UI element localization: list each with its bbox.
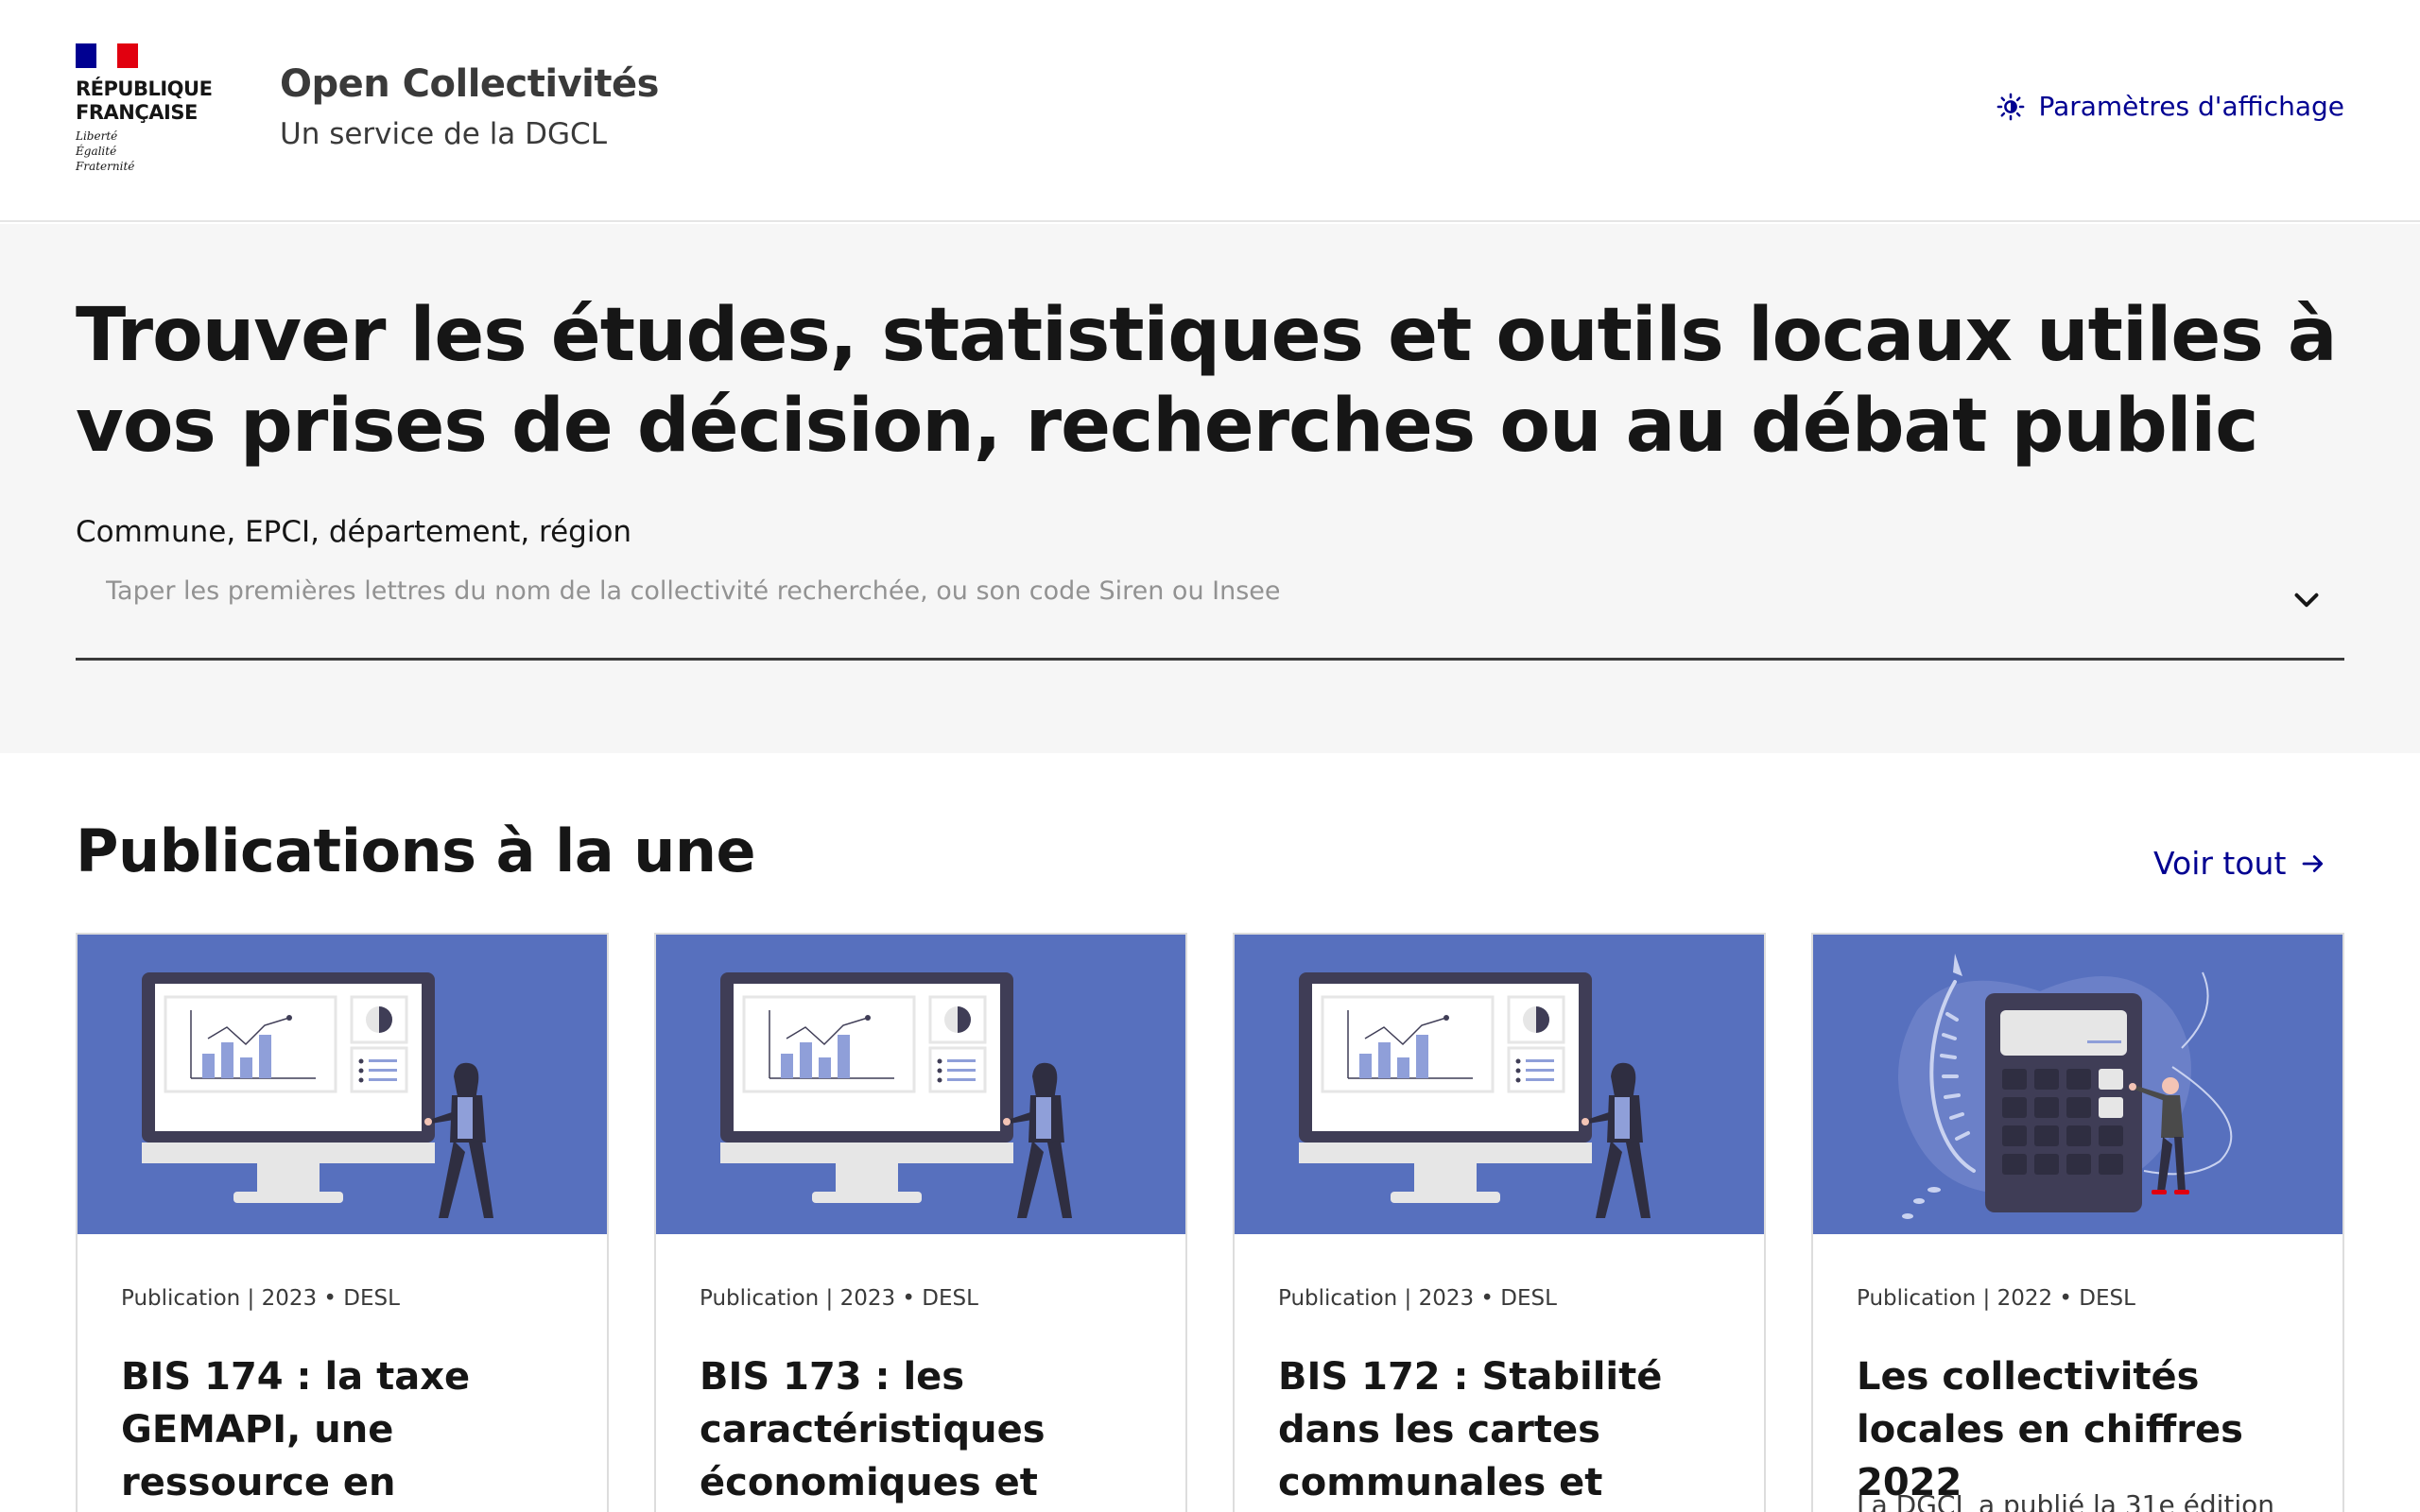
publication-card[interactable]: Publication | 2022 • DESL Les collectivi…: [1811, 933, 2344, 1512]
arrow-right-icon: [2303, 854, 2324, 872]
publication-card[interactable]: Publication | 2023 • DESL BIS 174 : la t…: [76, 933, 609, 1512]
collectivity-search-combobox[interactable]: [76, 562, 2344, 661]
see-all-link[interactable]: Voir tout: [2153, 845, 2327, 882]
motto-liberte: Liberté: [76, 129, 118, 143]
rf-name-line1: RÉPUBLIQUE: [76, 77, 213, 100]
site-header: RÉPUBLIQUE FRANÇAISE Liberté Égalité Fra…: [0, 0, 2420, 222]
publication-card[interactable]: Publication | 2023 • DESL BIS 173 : les …: [654, 933, 1187, 1512]
search-label: Commune, EPCI, département, région: [76, 515, 632, 549]
display-settings-label: Paramètres d'affichage: [2038, 91, 2344, 122]
publications-card-list: Publication | 2023 • DESL BIS 174 : la t…: [76, 933, 2344, 1512]
card-title[interactable]: Les collectivités locales en chiffres 20…: [1857, 1350, 2310, 1509]
motto-egalite: Égalité: [76, 145, 117, 158]
republique-francaise-logo[interactable]: RÉPUBLIQUE FRANÇAISE Liberté Égalité Fra…: [76, 43, 227, 174]
dashboard-illustration: [1235, 935, 1764, 1234]
motto-fraternite: Fraternité: [76, 160, 135, 173]
publication-card[interactable]: Publication | 2023 • DESL BIS 172 : Stab…: [1233, 933, 1766, 1512]
card-title[interactable]: BIS 173 : les caractéristiques économiqu…: [700, 1350, 1153, 1509]
rf-motto: Liberté Égalité Fraternité: [76, 129, 227, 174]
calculator-illustration: [1813, 935, 2342, 1234]
dashboard-illustration: [656, 935, 1185, 1234]
card-meta: Publication | 2022 • DESL: [1857, 1286, 2135, 1311]
rf-name-line2: FRANÇAISE: [76, 101, 198, 124]
sun-icon: [1997, 93, 2025, 120]
card-meta: Publication | 2023 • DESL: [700, 1286, 978, 1311]
dashboard-illustration: [78, 935, 607, 1234]
site-tagline: Un service de la DGCL: [280, 117, 607, 151]
card-title[interactable]: BIS 172 : Stabilité dans les cartes comm…: [1278, 1350, 1732, 1512]
display-settings-button[interactable]: Paramètres d'affichage: [1996, 91, 2344, 122]
site-title[interactable]: Open Collectivités: [280, 62, 659, 106]
hero-title: Trouver les études, statistiques et outi…: [76, 293, 2338, 469]
collectivity-search-input[interactable]: [106, 568, 2261, 613]
chevron-down-icon[interactable]: [2290, 583, 2324, 617]
see-all-label: Voir tout: [2153, 845, 2287, 882]
publications-section-title: Publications à la une: [76, 816, 756, 885]
card-title[interactable]: BIS 174 : la taxe GEMAPI, une ressource …: [121, 1350, 575, 1512]
french-flag-icon: [76, 43, 138, 68]
card-meta: Publication | 2023 • DESL: [1278, 1286, 1557, 1311]
hero-section: Trouver les études, statistiques et outi…: [0, 224, 2420, 753]
card-description: La DGCL a publié la 31e édition de: [1857, 1489, 2275, 1512]
card-meta: Publication | 2023 • DESL: [121, 1286, 400, 1311]
